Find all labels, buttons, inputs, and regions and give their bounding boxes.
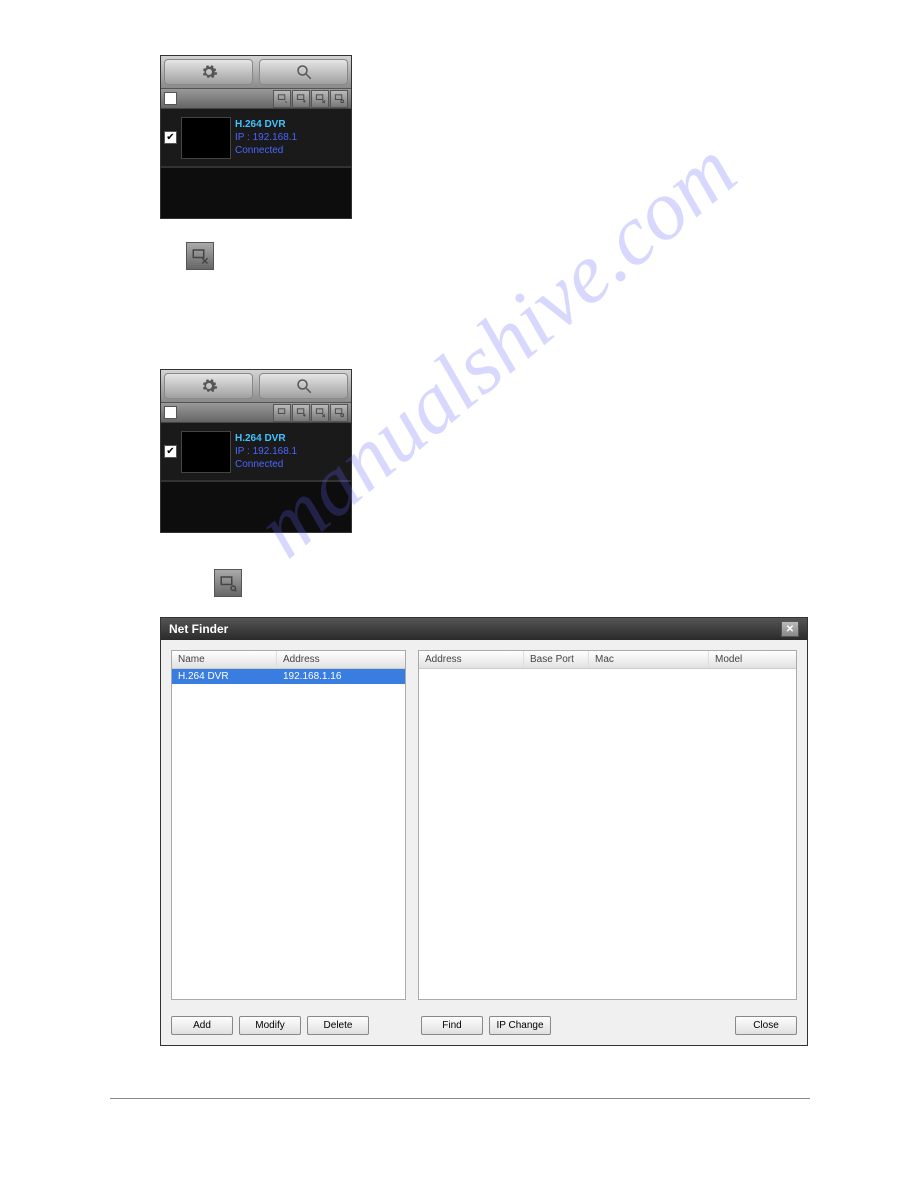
list-find-icon	[219, 574, 237, 592]
list-find-icon	[334, 93, 345, 104]
dialog-buttons: Add Modify Delete Find IP Change Close	[161, 1010, 807, 1045]
device-thumbnail	[181, 117, 231, 159]
delete-device-button[interactable]	[311, 404, 329, 422]
find-button[interactable]: Find	[421, 1016, 483, 1035]
list-add-icon	[296, 407, 307, 418]
col-name: Name	[172, 651, 277, 668]
col-mac: Mac	[589, 651, 709, 668]
list-add-icon	[296, 93, 307, 104]
panel-subtoolbar	[161, 89, 351, 109]
panel-toolbar	[161, 56, 351, 89]
find-icon-callout	[214, 569, 242, 597]
add-button[interactable]: Add	[171, 1016, 233, 1035]
col-model: Model	[709, 651, 796, 668]
panel-subtoolbar	[161, 403, 351, 423]
dialog-titlebar: Net Finder ✕	[161, 618, 807, 640]
device-info: H.264 DVR IP : 192.168.1 Connected	[235, 118, 297, 157]
device-row[interactable]: H.264 DVR IP : 192.168.1 Connected	[161, 109, 351, 167]
device-name: H.264 DVR	[235, 432, 297, 445]
device-list-panel: Name Address H.264 DVR 192.168.1.16	[171, 650, 406, 1000]
search-button[interactable]	[259, 59, 348, 85]
select-all-checkbox[interactable]	[164, 92, 177, 105]
gear-icon	[200, 63, 218, 81]
edit-device-button[interactable]	[273, 90, 291, 108]
ipchange-button[interactable]: IP Change	[489, 1016, 551, 1035]
device-panel-1: H.264 DVR IP : 192.168.1 Connected	[160, 55, 352, 219]
panel-toolbar	[161, 370, 351, 403]
table-header: Address Base Port Mac Model	[419, 651, 796, 669]
edit-device-button[interactable]	[273, 404, 291, 422]
find-device-button[interactable]	[330, 90, 348, 108]
device-thumbnail	[181, 431, 231, 473]
add-device-button[interactable]	[292, 90, 310, 108]
page-divider	[110, 1098, 810, 1099]
device-name: H.264 DVR	[235, 118, 297, 131]
list-edit-icon	[277, 407, 288, 418]
modify-button[interactable]: Modify	[239, 1016, 301, 1035]
list-delete-icon	[315, 407, 326, 418]
cell-address: 192.168.1.16	[277, 669, 405, 684]
device-ip: IP : 192.168.1	[235, 445, 297, 458]
device-row[interactable]: H.264 DVR IP : 192.168.1 Connected	[161, 423, 351, 481]
search-button[interactable]	[259, 373, 348, 399]
network-list-panel: Address Base Port Mac Model	[418, 650, 797, 1000]
device-checkbox[interactable]	[164, 445, 177, 458]
magnifier-icon	[295, 63, 313, 81]
find-device-button[interactable]	[330, 404, 348, 422]
delete-device-button[interactable]	[311, 90, 329, 108]
device-status: Connected	[235, 144, 297, 157]
magnifier-icon	[295, 377, 313, 395]
col-address: Address	[277, 651, 405, 668]
list-edit-icon	[277, 93, 288, 104]
settings-button[interactable]	[164, 59, 253, 85]
add-device-button[interactable]	[292, 404, 310, 422]
table-header: Name Address	[172, 651, 405, 669]
device-info: H.264 DVR IP : 192.168.1 Connected	[235, 432, 297, 471]
device-ip: IP : 192.168.1	[235, 131, 297, 144]
close-button[interactable]: ✕	[781, 621, 799, 637]
close-dialog-button[interactable]: Close	[735, 1016, 797, 1035]
list-delete-icon	[191, 247, 209, 265]
device-panel-2: H.264 DVR IP : 192.168.1 Connected	[160, 369, 352, 533]
select-all-checkbox[interactable]	[164, 406, 177, 419]
netfinder-dialog: Net Finder ✕ Name Address H.264 DVR 192.…	[160, 617, 808, 1046]
cell-name: H.264 DVR	[172, 669, 277, 684]
close-icon: ✕	[786, 624, 794, 635]
gear-icon	[200, 377, 218, 395]
list-find-icon	[334, 407, 345, 418]
delete-button[interactable]: Delete	[307, 1016, 369, 1035]
delete-icon-callout	[186, 242, 214, 270]
device-status: Connected	[235, 458, 297, 471]
settings-button[interactable]	[164, 373, 253, 399]
table-row[interactable]: H.264 DVR 192.168.1.16	[172, 669, 405, 684]
panel-empty-area	[161, 167, 351, 218]
panel-empty-area	[161, 481, 351, 532]
dialog-title: Net Finder	[169, 622, 228, 636]
device-checkbox[interactable]	[164, 131, 177, 144]
col-baseport: Base Port	[524, 651, 589, 668]
col-address: Address	[419, 651, 524, 668]
list-delete-icon	[315, 93, 326, 104]
